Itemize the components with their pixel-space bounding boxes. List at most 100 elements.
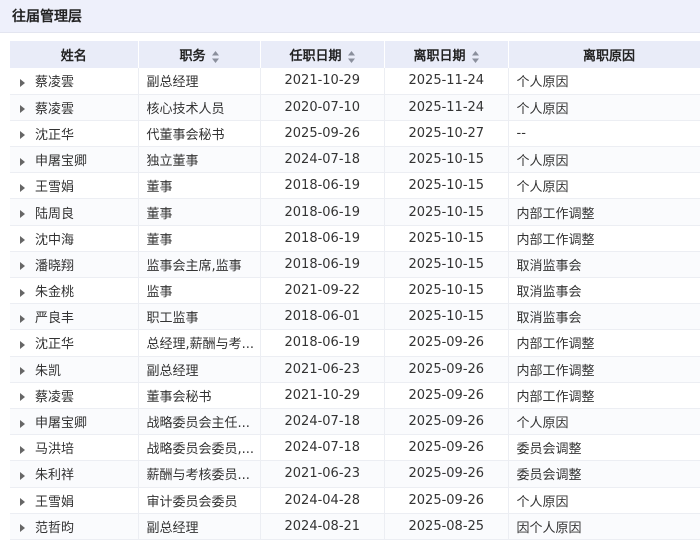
person-name: 申屠宝卿	[35, 154, 88, 170]
cell-name: 潘晓翔	[10, 251, 139, 279]
cell-start-date: 2018-06-01	[260, 303, 385, 331]
column-header-start-date[interactable]: 任职日期	[260, 41, 385, 68]
table-row[interactable]: 马洪培 战略委员会委员,... 2024-07-18 2025-09-26 委员会调整	[10, 434, 700, 462]
cell-start-date: 2024-07-18	[260, 146, 385, 174]
table-row[interactable]: 蔡凌雲 副总经理 2021-10-29 2025-11-24 个人原因	[10, 68, 700, 95]
table-row[interactable]: 严良丰 职工监事 2018-06-01 2025-10-15 取消监事会	[10, 303, 700, 331]
cell-reason: 个人原因	[508, 408, 700, 436]
column-header-end-date[interactable]: 离职日期	[384, 41, 509, 68]
column-header-reason: 离职原因	[508, 41, 700, 68]
table-row[interactable]: 申屠宝卿 独立董事 2024-07-18 2025-10-15 个人原因	[10, 146, 700, 174]
cell-start-date: 2021-06-23	[260, 356, 385, 383]
sort-icon[interactable]	[471, 50, 479, 63]
table-row[interactable]: 沈中海 董事 2018-06-19 2025-10-15 内部工作调整	[10, 225, 700, 252]
table-row[interactable]: 沈正华 总经理,薪酬与考... 2018-06-19 2025-09-26 内部工作调整	[10, 329, 700, 357]
cell-start-date: 2025-09-26	[260, 120, 385, 148]
cell-name: 王雪娟	[10, 487, 139, 514]
cell-name: 沈中海	[10, 225, 139, 252]
expand-caret-icon[interactable]	[20, 236, 25, 245]
cell-reason: 内部工作调整	[508, 225, 700, 252]
table-row[interactable]: 朱金桃 监事 2021-09-22 2025-10-15 取消监事会	[10, 277, 700, 305]
table-header-row: 姓名 职务 任职日期 离职日期 离职原因	[10, 41, 700, 68]
cell-start-date: 2018-06-19	[260, 329, 385, 357]
expand-caret-icon[interactable]	[20, 367, 25, 376]
cell-position: 核心技术人员	[138, 94, 261, 121]
cell-name: 蔡凌雲	[10, 382, 139, 409]
table-row[interactable]: 范哲昀 副总经理 2024-08-21 2025-08-25 因个人原因	[10, 513, 700, 540]
expand-caret-icon[interactable]	[20, 262, 25, 271]
cell-name: 蔡凌雲	[10, 94, 139, 121]
cell-end-date: 2025-09-26	[384, 329, 509, 357]
cell-start-date: 2021-06-23	[260, 460, 385, 488]
cell-end-date: 2025-10-27	[384, 120, 509, 148]
cell-position: 副总经理	[138, 513, 261, 540]
expand-caret-icon[interactable]	[20, 498, 25, 507]
expand-caret-icon[interactable]	[20, 210, 25, 219]
cell-reason: 因个人原因	[508, 513, 700, 540]
table-row[interactable]: 沈正华 代董事会秘书 2025-09-26 2025-10-27 --	[10, 120, 700, 148]
expand-caret-icon[interactable]	[20, 445, 25, 454]
table-row[interactable]: 申屠宝卿 战略委员会主任... 2024-07-18 2025-09-26 个人原因	[10, 408, 700, 436]
expand-caret-icon[interactable]	[20, 183, 25, 192]
cell-reason: 个人原因	[508, 68, 700, 95]
column-header-label: 任职日期	[289, 49, 342, 64]
cell-name: 朱利祥	[10, 460, 139, 488]
expand-caret-icon[interactable]	[20, 78, 25, 87]
cell-start-date: 2021-09-22	[260, 277, 385, 305]
table-row[interactable]: 陆周良 董事 2018-06-19 2025-10-15 内部工作调整	[10, 198, 700, 226]
cell-reason: 取消监事会	[508, 303, 700, 331]
cell-name: 范哲昀	[10, 513, 139, 540]
sort-icon[interactable]	[211, 50, 219, 63]
cell-end-date: 2025-10-15	[384, 225, 509, 252]
expand-caret-icon[interactable]	[20, 105, 25, 114]
column-header-label: 职务	[179, 49, 206, 64]
cell-start-date: 2018-06-19	[260, 251, 385, 279]
cell-reason: 内部工作调整	[508, 382, 700, 409]
person-name: 王雪娟	[35, 494, 75, 510]
table-row[interactable]: 蔡凌雲 核心技术人员 2020-07-10 2025-11-24 个人原因	[10, 94, 700, 121]
cell-name: 蔡凌雲	[10, 68, 139, 95]
cell-position: 总经理,薪酬与考...	[138, 329, 261, 357]
expand-caret-icon[interactable]	[20, 393, 25, 402]
cell-reason: 个人原因	[508, 487, 700, 514]
cell-end-date: 2025-10-15	[384, 277, 509, 305]
person-name: 申屠宝卿	[35, 416, 88, 432]
table-row[interactable]: 朱凯 副总经理 2021-06-23 2025-09-26 内部工作调整	[10, 356, 700, 383]
expand-caret-icon[interactable]	[20, 157, 25, 166]
cell-position: 独立董事	[138, 146, 261, 174]
expand-caret-icon[interactable]	[20, 340, 25, 349]
cell-reason: 取消监事会	[508, 251, 700, 279]
cell-end-date: 2025-08-25	[384, 513, 509, 540]
cell-position: 薪酬与考核委员...	[138, 460, 261, 488]
person-name: 马洪培	[35, 442, 75, 458]
expand-caret-icon[interactable]	[20, 471, 25, 480]
cell-name: 严良丰	[10, 303, 139, 331]
table-row[interactable]: 朱利祥 薪酬与考核委员... 2021-06-23 2025-09-26 委员会调整	[10, 460, 700, 488]
cell-name: 沈正华	[10, 329, 139, 357]
cell-name: 申屠宝卿	[10, 146, 139, 174]
management-history-table-container: 姓名 职务 任职日期 离职日期 离职原因 蔡凌雲 副总经理 2021-10-29 20…	[10, 41, 700, 540]
expand-caret-icon[interactable]	[20, 314, 25, 323]
column-header-label: 离职原因	[582, 49, 635, 64]
column-header-position[interactable]: 职务	[138, 41, 261, 68]
cell-position: 代董事会秘书	[138, 120, 261, 148]
expand-caret-icon[interactable]	[20, 419, 25, 428]
cell-name: 王雪娟	[10, 172, 139, 200]
sort-icon[interactable]	[347, 50, 355, 63]
cell-reason: 取消监事会	[508, 277, 700, 305]
table-row[interactable]: 王雪娟 董事 2018-06-19 2025-10-15 个人原因	[10, 172, 700, 200]
cell-end-date: 2025-09-26	[384, 356, 509, 383]
cell-position: 战略委员会主任...	[138, 408, 261, 436]
cell-position: 战略委员会委员,...	[138, 434, 261, 462]
expand-caret-icon[interactable]	[20, 524, 25, 533]
table-row[interactable]: 蔡凌雲 董事会秘书 2021-10-29 2025-09-26 内部工作调整	[10, 382, 700, 409]
cell-end-date: 2025-10-15	[384, 146, 509, 174]
person-name: 蔡凌雲	[35, 101, 75, 117]
expand-caret-icon[interactable]	[20, 131, 25, 140]
cell-end-date: 2025-10-15	[384, 172, 509, 200]
table-row[interactable]: 潘晓翔 监事会主席,监事 2018-06-19 2025-10-15 取消监事会	[10, 251, 700, 279]
expand-caret-icon[interactable]	[20, 288, 25, 297]
table-row[interactable]: 王雪娟 审计委员会委员 2024-04-28 2025-09-26 个人原因	[10, 487, 700, 514]
person-name: 蔡凌雲	[35, 75, 75, 91]
cell-reason: 内部工作调整	[508, 356, 700, 383]
